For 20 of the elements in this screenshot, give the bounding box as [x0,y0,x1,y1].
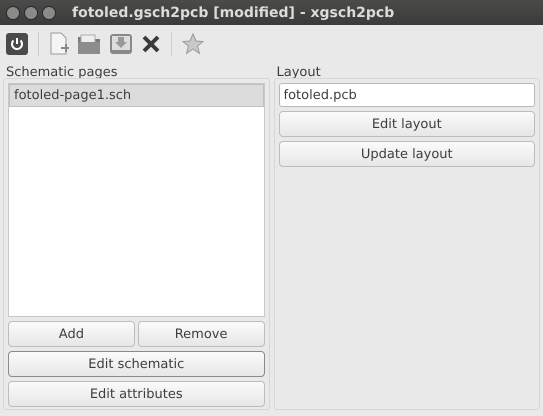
close-icon[interactable] [141,34,161,54]
list-item[interactable]: fotoled-page1.sch [9,84,264,107]
power-icon[interactable] [6,33,28,55]
window-title: fotoled.gsch2pcb [modified] - xgsch2pcb [72,4,394,20]
folder-icon[interactable] [77,33,101,55]
new-file-icon[interactable] [49,32,69,56]
download-tray-icon[interactable] [109,33,133,55]
filename-field[interactable]: fotoled.pcb [278,83,535,107]
button[interactable]: Add [8,321,135,347]
button[interactable]: Edit attributes [8,381,264,407]
button[interactable]: Edit layout [278,111,535,137]
star-icon[interactable] [182,33,204,55]
button[interactable]: Update layout [278,141,535,167]
close-icon[interactable] [6,6,20,20]
button[interactable]: Remove [138,321,264,347]
frame-label: Schematic pages [5,65,118,81]
maximize-icon[interactable] [42,6,56,20]
button[interactable]: Edit schematic [8,351,264,377]
minimize-icon[interactable] [24,6,38,20]
frame-label: Layout [276,65,322,81]
